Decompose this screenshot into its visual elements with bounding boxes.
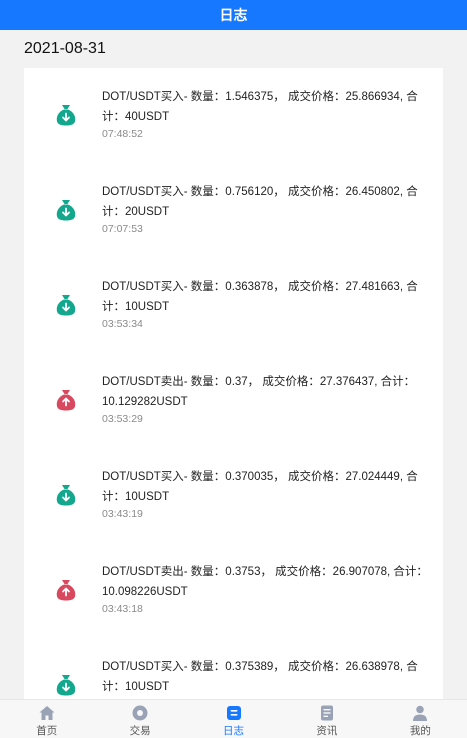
- log-item[interactable]: DOT/USDT买入- 数量：0.375389， 成交价格：26.638978,…: [24, 638, 443, 700]
- bottom-tab-bar: 首页 交易 日志 资讯 我的: [0, 699, 467, 738]
- log-date: 2021-08-31: [24, 40, 106, 57]
- tab-label: 我的: [409, 725, 431, 737]
- trade-icon: [132, 705, 148, 721]
- log-time: 07:07:53: [102, 223, 143, 235]
- money-bag-down-icon: [56, 675, 76, 696]
- page-title: 日志: [219, 7, 248, 23]
- log-icon: [226, 706, 241, 720]
- log-text: DOT/USDT买入- 数量：0.363878， 成交价格：27.481663,…: [102, 281, 418, 313]
- log-time: 03:53:29: [102, 413, 143, 425]
- tab-label: 资讯: [316, 725, 338, 737]
- tab-label: 交易: [129, 725, 151, 737]
- log-time: 07:48:52: [102, 128, 143, 140]
- log-item[interactable]: DOT/USDT买入- 数量：0.370035， 成交价格：27.024449,…: [24, 448, 443, 543]
- log-item[interactable]: DOT/USDT买入- 数量：1.546375， 成交价格：25.866934,…: [24, 68, 443, 163]
- log-time: 03:53:34: [102, 318, 143, 330]
- log-text: DOT/USDT买入- 数量：0.756120， 成交价格：26.450802,…: [102, 186, 418, 218]
- tab-label: 日志: [223, 725, 245, 737]
- home-icon: [39, 706, 55, 720]
- tab-label: 首页: [36, 725, 58, 737]
- log-text: DOT/USDT卖出- 数量：0.3753， 成交价格：26.907078, 合…: [102, 566, 428, 598]
- log-time: 03:43:18: [102, 603, 143, 615]
- log-text: DOT/USDT卖出- 数量：0.37， 成交价格：27.376437, 合计：…: [102, 376, 416, 408]
- money-bag-down-icon: [56, 295, 76, 316]
- log-list: DOT/USDT买入- 数量：1.546375， 成交价格：25.866934,…: [24, 68, 443, 700]
- tab-log[interactable]: 日志: [187, 700, 280, 738]
- log-item[interactable]: DOT/USDT卖出- 数量：0.3753， 成交价格：26.907078, 合…: [24, 543, 443, 638]
- log-item[interactable]: DOT/USDT卖出- 数量：0.37， 成交价格：27.376437, 合计：…: [24, 353, 443, 448]
- log-item[interactable]: DOT/USDT买入- 数量：0.756120， 成交价格：26.450802,…: [24, 163, 443, 258]
- money-bag-down-icon: [56, 485, 76, 506]
- tab-trade[interactable]: 交易: [93, 700, 186, 738]
- news-icon: [320, 705, 333, 721]
- tab-news[interactable]: 资讯: [280, 700, 373, 738]
- log-text: DOT/USDT买入- 数量：0.370035， 成交价格：27.024449,…: [102, 471, 418, 503]
- tab-profile[interactable]: 我的: [374, 700, 467, 738]
- page-header: 日志: [0, 0, 467, 30]
- money-bag-up-icon: [56, 580, 76, 601]
- log-text: DOT/USDT买入- 数量：0.375389， 成交价格：26.638978,…: [102, 661, 418, 693]
- user-icon: [413, 705, 428, 721]
- tab-home[interactable]: 首页: [0, 700, 93, 738]
- money-bag-up-icon: [56, 390, 76, 411]
- money-bag-down-icon: [56, 200, 76, 221]
- log-time: 03:43:19: [102, 508, 143, 520]
- log-text: DOT/USDT买入- 数量：1.546375， 成交价格：25.866934,…: [102, 91, 418, 123]
- money-bag-down-icon: [56, 105, 76, 126]
- log-item[interactable]: DOT/USDT买入- 数量：0.363878， 成交价格：27.481663,…: [24, 258, 443, 353]
